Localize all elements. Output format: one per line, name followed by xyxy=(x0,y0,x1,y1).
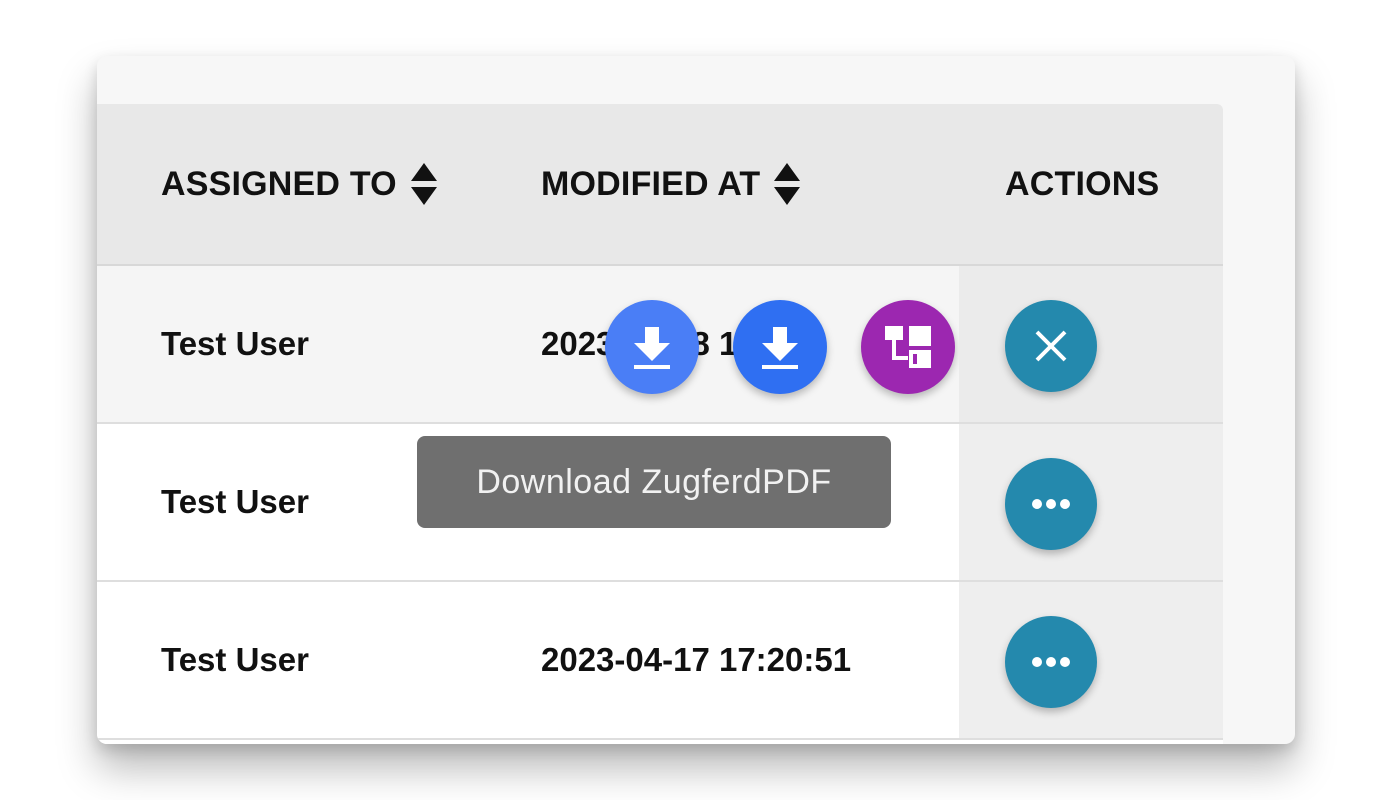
assigned-to-cell: Test User xyxy=(161,483,309,520)
modified-at-cell: 2023-04-17 17:20:51 xyxy=(541,641,852,678)
hierarchy-button[interactable] xyxy=(861,300,955,394)
assigned-to-cell: Test User xyxy=(161,325,309,362)
more-actions-button[interactable] xyxy=(1005,458,1097,550)
actions-cell xyxy=(959,582,1223,738)
sort-icon[interactable] xyxy=(410,161,437,207)
table-header: ASSIGNED TO MODIFIED AT ACTIONS xyxy=(97,104,1223,266)
table-row: Test User 2023-04-18 16:4 xyxy=(97,266,1223,424)
download-icon xyxy=(762,327,798,369)
column-label: ASSIGNED TO xyxy=(161,164,397,203)
column-header-assigned-to[interactable]: ASSIGNED TO xyxy=(161,104,437,264)
assigned-to-cell: Test User xyxy=(161,641,309,678)
tooltip: Download ZugferdPDF xyxy=(417,436,891,528)
column-header-actions: ACTIONS xyxy=(1005,104,1159,264)
sort-icon[interactable] xyxy=(774,161,801,207)
more-horizontal-icon xyxy=(1032,657,1070,667)
more-actions-button[interactable] xyxy=(1005,616,1097,708)
column-header-modified-at[interactable]: MODIFIED AT xyxy=(541,104,801,264)
more-horizontal-icon xyxy=(1032,499,1070,509)
close-icon xyxy=(1035,330,1067,362)
app-window: ASSIGNED TO MODIFIED AT ACTIONS Test Use… xyxy=(97,56,1295,744)
download-icon xyxy=(634,327,670,369)
download-zugferd-pdf-button[interactable] xyxy=(733,300,827,394)
hierarchy-icon xyxy=(885,326,931,368)
close-actions-button[interactable] xyxy=(1005,300,1097,392)
column-label: ACTIONS xyxy=(1005,164,1160,203)
table-row: Test User 2023-04-17 17:20:51 xyxy=(97,582,1223,740)
actions-cell xyxy=(959,266,1223,422)
data-table: ASSIGNED TO MODIFIED AT ACTIONS Test Use… xyxy=(97,104,1223,744)
actions-cell xyxy=(959,424,1223,580)
download-pdf-button[interactable] xyxy=(605,300,699,394)
column-label: MODIFIED AT xyxy=(541,164,761,203)
